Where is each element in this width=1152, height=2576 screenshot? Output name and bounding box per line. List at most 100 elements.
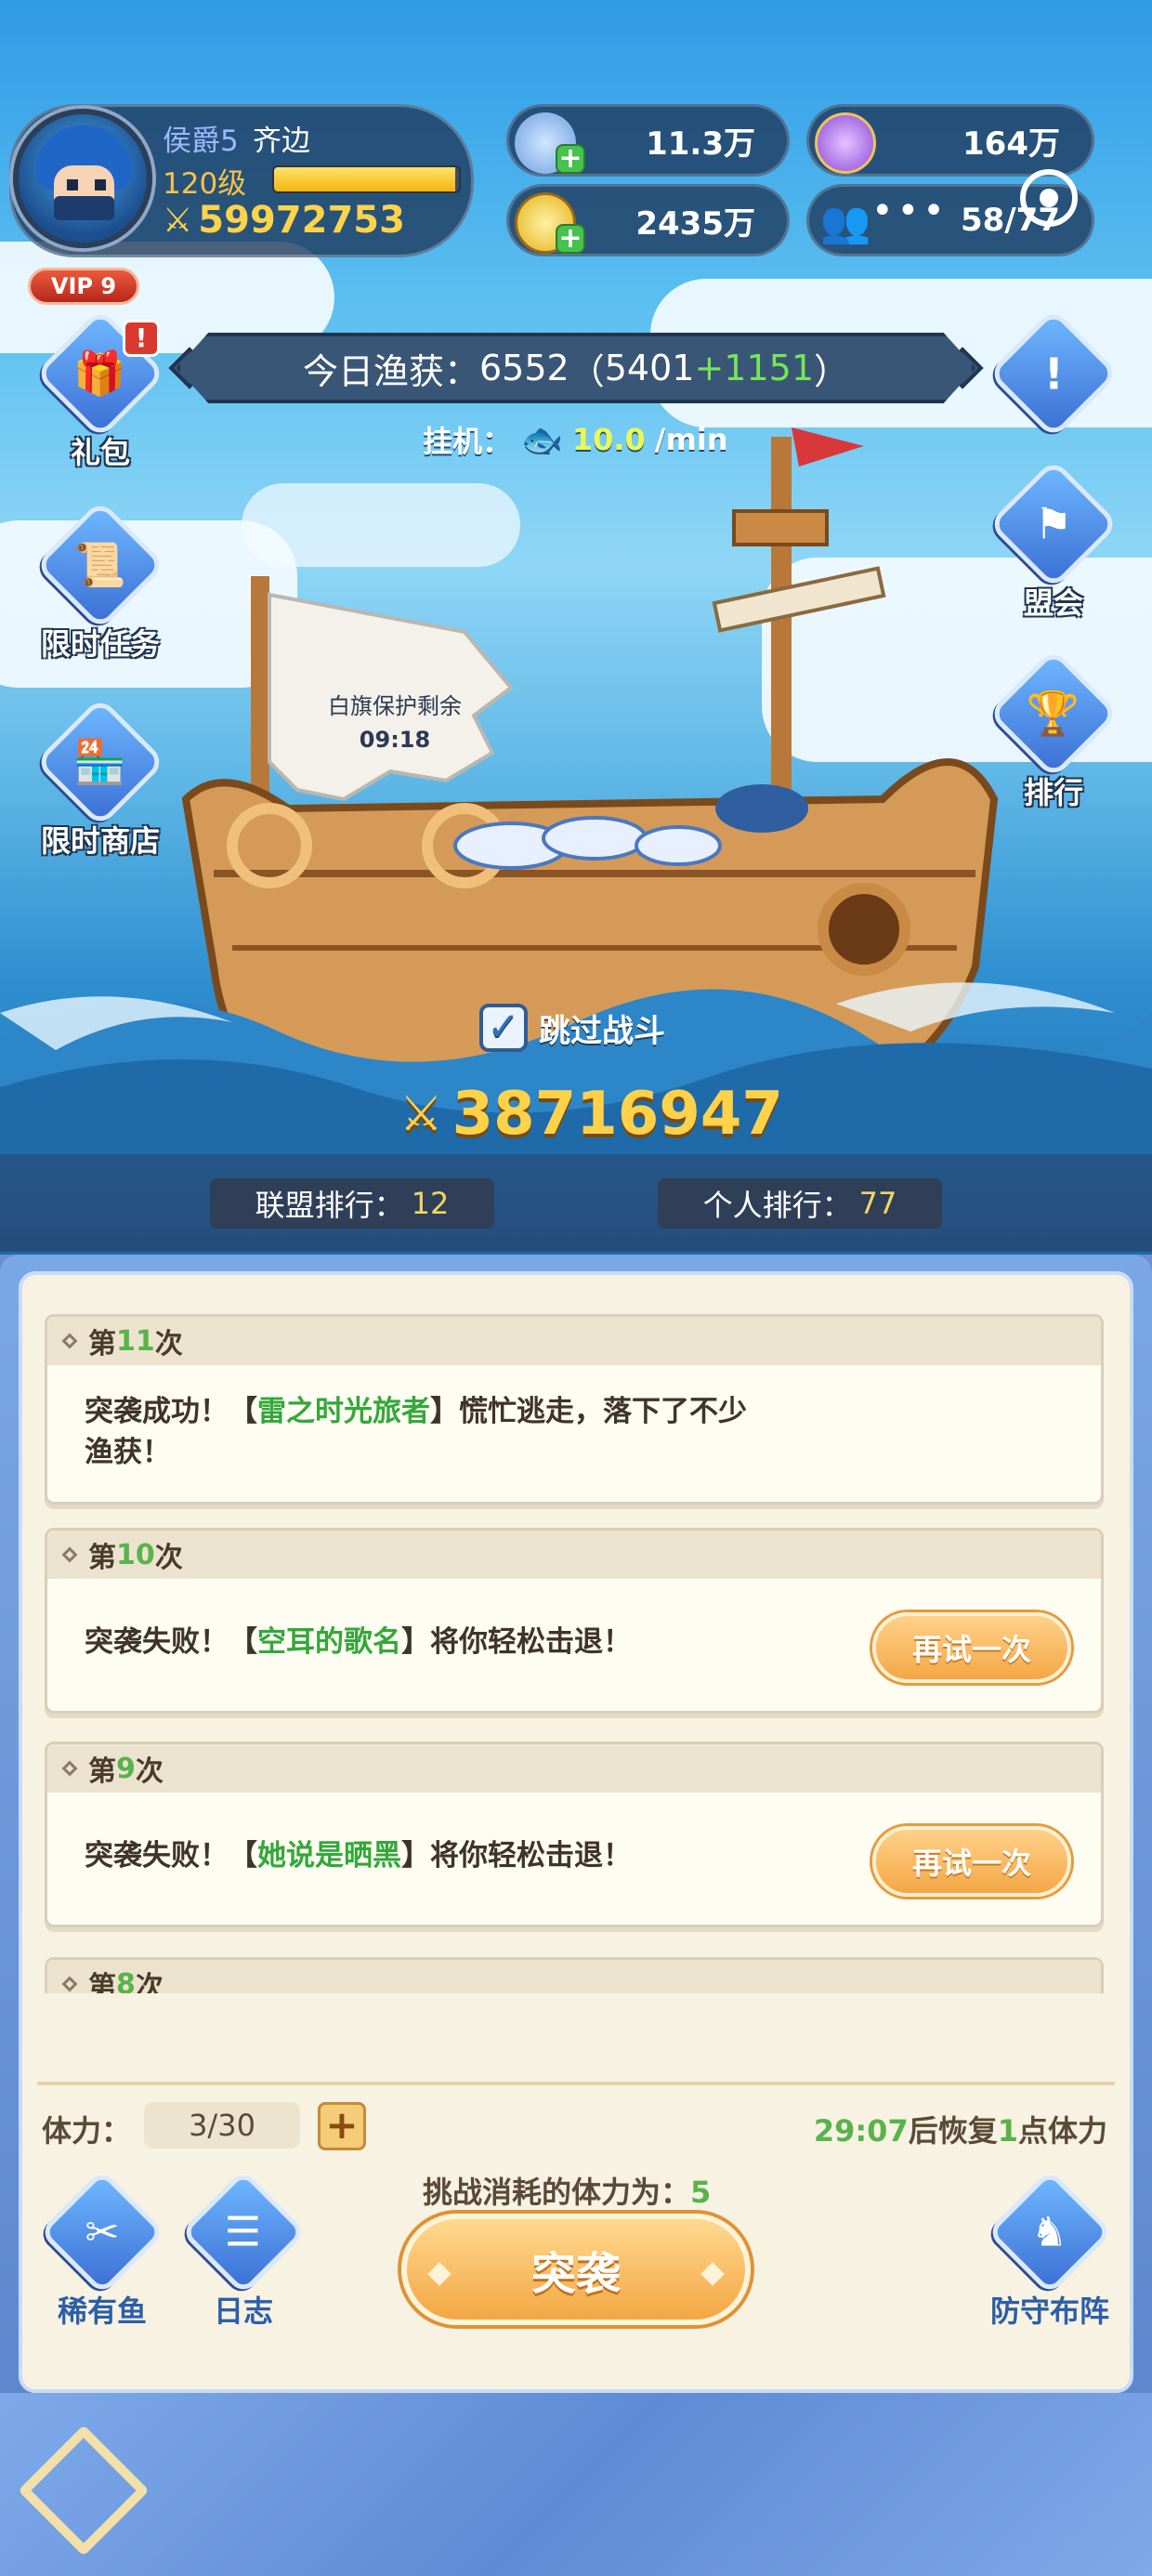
add-gold-button[interactable]: + <box>556 224 585 254</box>
log-attempt-number: 9 <box>116 1752 136 1785</box>
log-attempt-suffix: 次 <box>135 1755 164 1788</box>
gift-alert-badge: ! <box>123 320 160 357</box>
skip-battle-label: 跳过战斗 <box>539 1012 665 1050</box>
limited-task-button[interactable]: 📜 限时任务 <box>26 499 175 664</box>
today-catch-label: 今日渔获： <box>302 350 479 392</box>
more-menu-icon[interactable]: ••• <box>871 190 949 232</box>
today-catch-base: 5401 <box>604 348 695 388</box>
log-button[interactable]: ☰ 日志 <box>169 2169 318 2331</box>
personal-rank-label: 个人排行： <box>702 1188 852 1223</box>
enemy-battle-power: ⚔ 38716947 <box>399 1080 783 1149</box>
checkbox-checked-icon[interactable]: ✓ <box>479 1004 528 1052</box>
retry-button[interactable]: 再试一次 <box>872 1826 1071 1897</box>
limited-shop-label: 限时商店 <box>40 823 160 859</box>
log-item: 第8次 <box>45 1957 1104 1993</box>
alliance-rank-value: 12 <box>411 1186 450 1221</box>
diamond-bullet-icon <box>61 1760 78 1777</box>
gold-resource: + 2435万 <box>506 184 790 256</box>
guild-icon: ⚑ <box>988 458 1119 590</box>
white-flag-label: 白旗保护剩余 <box>328 693 462 719</box>
log-attempt-prefix: 第 <box>88 1755 116 1788</box>
diamond-resource: + 11.3万 <box>506 104 790 177</box>
white-flag-timer: 09:18 <box>359 727 431 753</box>
ranking-button[interactable]: 🏆 排行 <box>979 648 1128 812</box>
notice-button[interactable]: ! <box>979 308 1128 440</box>
diamond-bullet-icon <box>61 1333 78 1349</box>
log-text-start: 突袭失败！【 <box>85 1839 257 1873</box>
ranking-strip <box>0 1154 1152 1252</box>
log-item-header: 第 10 次 <box>47 1531 1101 1579</box>
log-text-end: 】将你轻松击退！ <box>401 1839 632 1873</box>
gift-pack-label: 礼包 <box>70 435 130 470</box>
stamina-recover-info: 29:07后恢复1点体力 <box>814 2108 1107 2150</box>
log-text-end: 】将你轻松击退！ <box>401 1625 632 1659</box>
defense-formation-button[interactable]: ♞ 防守布阵 <box>975 2169 1124 2331</box>
task-scroll-icon: 📜 <box>34 499 166 631</box>
log-item: 第 10 次 突袭失败！【空耳的歌名】将你轻松击退！ 再试一次 <box>45 1528 1104 1714</box>
members-icon: 👥 <box>819 199 871 246</box>
stamina-recover-time: 29:07 <box>813 2113 909 2149</box>
raid-log-list[interactable]: 第 11 次 突袭成功！【雷之时光旅者】慌忙逃走，落下了不少 渔获！ 第 10 次 突袭… <box>45 1310 1107 1993</box>
stamina-recover-amount: 1 <box>997 2113 1018 2149</box>
gold-amount: 2435万 <box>635 204 755 243</box>
guild-label: 盟会 <box>1023 585 1083 621</box>
log-opponent-name: 空耳的歌名 <box>257 1625 401 1659</box>
today-catch-banner: 今日渔获： 6552 （ 5401 +1151 ） <box>177 333 975 403</box>
vip-badge[interactable]: VIP 9 <box>28 268 139 305</box>
chess-knight-icon: ♞ <box>987 2169 1113 2295</box>
fish-bone-icon: ✂ <box>39 2169 165 2295</box>
notice-icon: ! <box>988 308 1119 440</box>
player-level: 120级 <box>163 167 247 201</box>
personal-rank-value: 77 <box>858 1186 897 1221</box>
log-label: 日志 <box>213 2293 273 2329</box>
stamina-value: 3/30 <box>144 2102 300 2149</box>
rare-fish-label: 稀有鱼 <box>57 2293 147 2329</box>
diamond-bullet-icon <box>61 1546 78 1563</box>
gem-amount: 164万 <box>962 125 1060 163</box>
player-avatar[interactable] <box>13 109 152 248</box>
retry-button[interactable]: 再试一次 <box>872 1612 1071 1683</box>
alliance-rank-label: 联盟排行： <box>255 1188 404 1223</box>
log-attempt-suffix: 次 <box>154 1542 183 1574</box>
today-catch-total: 6552 <box>479 348 569 388</box>
skip-battle-toggle[interactable]: ✓ 跳过战斗 <box>479 1004 665 1052</box>
idle-label: 挂机： <box>423 424 513 459</box>
player-power: ⚔ 59972753 <box>163 199 405 242</box>
log-text-start: 突袭失败！【 <box>85 1625 257 1659</box>
log-attempt-suffix: 次 <box>135 1971 164 1993</box>
log-attempt-prefix: 第 <box>88 1971 116 1993</box>
log-attempt-number: 11 <box>116 1324 155 1358</box>
player-power-value: 59972753 <box>198 199 405 242</box>
player-rank-title: 侯爵5 <box>163 125 239 158</box>
log-item-header: 第8次 <box>47 1960 1101 1993</box>
trophy-icon: 🏆 <box>988 648 1119 780</box>
crossed-swords-icon: ⚔ <box>163 201 193 240</box>
log-attempt-prefix: 第 <box>88 1542 116 1574</box>
add-stamina-button[interactable]: + <box>318 2102 366 2150</box>
fish-icon: 🐟 <box>521 421 563 459</box>
log-opponent-name: 她说是晒黑 <box>257 1839 401 1873</box>
limited-shop-button[interactable]: 🏪 限时商店 <box>26 696 175 861</box>
idle-rate: 挂机： 🐟 10.0 /min <box>423 418 728 461</box>
sparkle-icon <box>700 2262 725 2286</box>
target-icon[interactable] <box>1020 169 1078 227</box>
log-item-header: 第9次 <box>47 1744 1101 1793</box>
add-diamond-button[interactable]: + <box>556 144 585 174</box>
today-catch-open-paren: （ <box>569 350 605 392</box>
raid-button[interactable]: 突袭 <box>401 2214 751 2325</box>
gem-resource: 164万 <box>806 104 1094 177</box>
sparkle-icon <box>427 2262 452 2286</box>
diamond-amount: 11.3万 <box>646 125 755 163</box>
stamina-recover-tail: 点体力 <box>1017 2113 1107 2149</box>
rare-fish-button[interactable]: ✂ 稀有鱼 <box>28 2169 177 2331</box>
log-item-header: 第 11 次 <box>47 1317 1101 1365</box>
diamond-bullet-icon <box>61 1976 78 1992</box>
limited-task-label: 限时任务 <box>40 626 160 662</box>
guild-button[interactable]: ⚑ 盟会 <box>979 458 1128 623</box>
enemy-battle-power-value: 38716947 <box>452 1080 783 1149</box>
stamina-cost-value: 5 <box>690 2175 712 2210</box>
log-item-message: 突袭成功！【雷之时光旅者】慌忙逃走，落下了不少 渔获！ <box>47 1365 1101 1499</box>
stamina-cost-label: 挑战消耗的体力为： <box>423 2175 691 2210</box>
today-catch-close-paren: ） <box>814 350 850 392</box>
log-text-line2: 渔获！ <box>85 1436 171 1469</box>
